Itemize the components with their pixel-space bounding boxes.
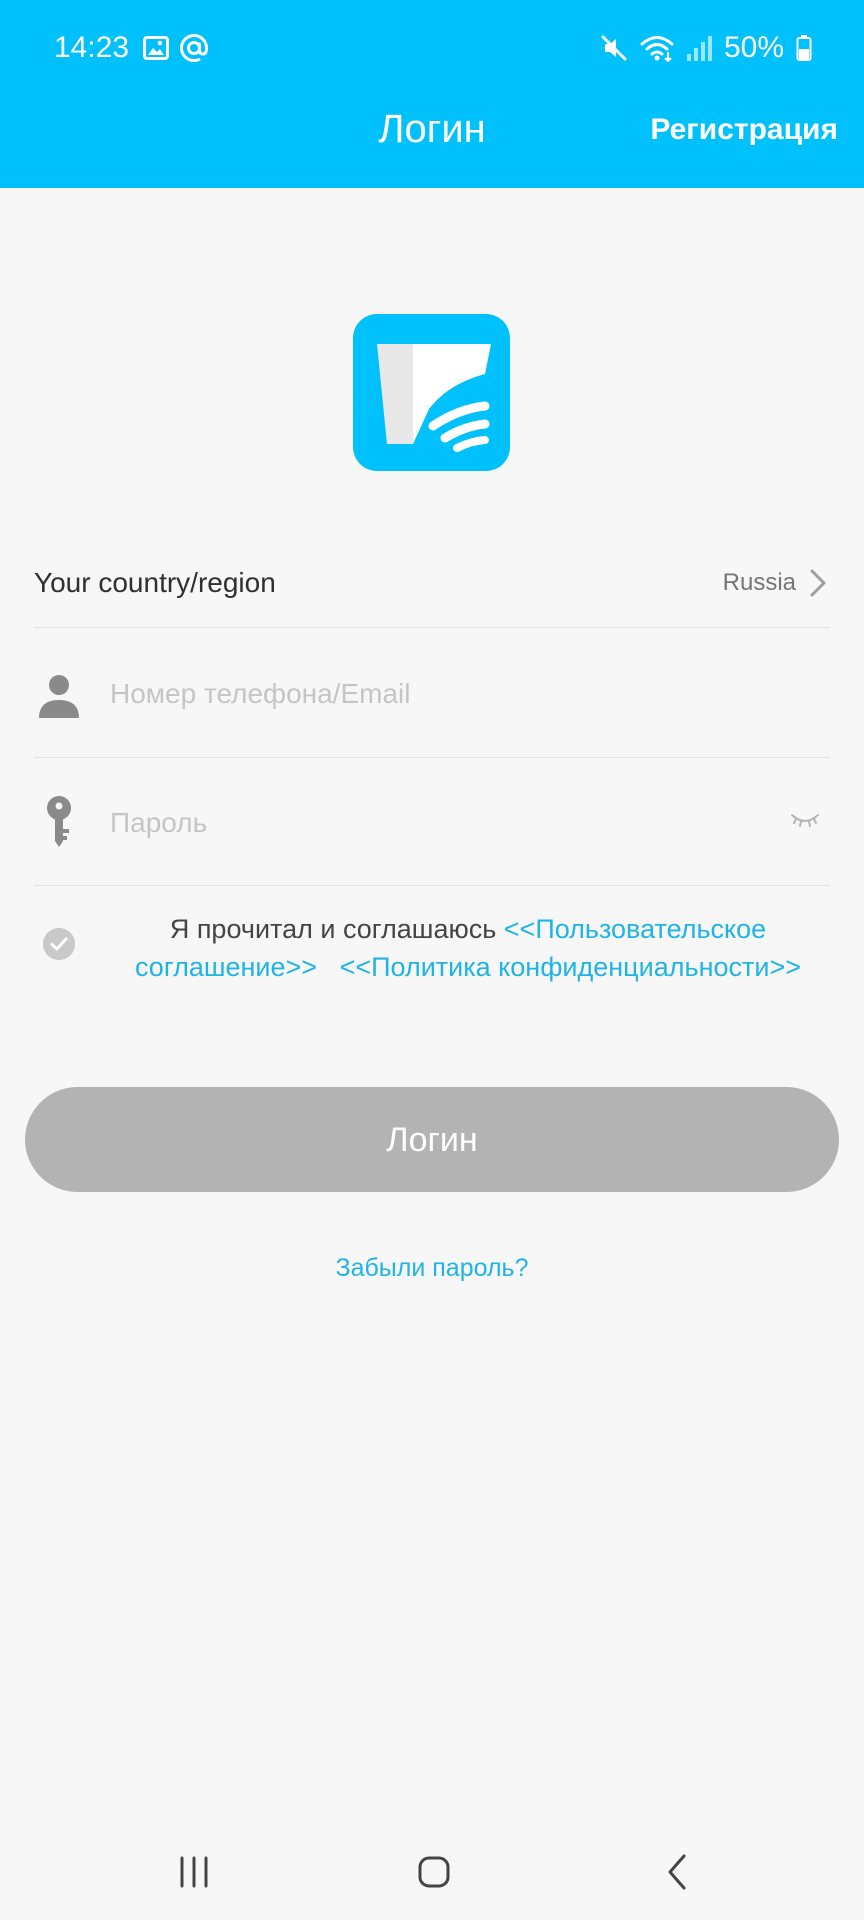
battery-percent: 50% xyxy=(723,31,784,64)
country-value: Russia xyxy=(722,569,796,596)
system-nav-bar xyxy=(0,1824,864,1920)
mute-icon xyxy=(601,35,627,61)
at-sign-icon xyxy=(180,34,209,63)
home-icon[interactable] xyxy=(404,1842,464,1902)
app-logo-icon xyxy=(353,314,510,471)
status-left-icons xyxy=(143,33,209,63)
signal-icon xyxy=(686,36,712,61)
user-icon xyxy=(39,675,79,718)
key-icon xyxy=(47,796,71,847)
phone-email-row xyxy=(34,627,830,758)
password-input[interactable] xyxy=(110,799,710,847)
status-time: 14:23 xyxy=(54,31,130,64)
battery-icon xyxy=(796,35,812,61)
chevron-right-icon xyxy=(810,569,826,597)
back-icon[interactable] xyxy=(648,1842,708,1902)
status-right: 50% xyxy=(600,30,812,66)
country-region-row[interactable]: Your country/region Russia xyxy=(34,545,830,628)
eye-closed-icon[interactable] xyxy=(790,807,820,831)
agreement-checkbox[interactable] xyxy=(43,928,75,960)
forgot-password-link[interactable]: Забыли пароль? xyxy=(0,1252,864,1284)
phone-email-input[interactable] xyxy=(110,670,710,718)
recent-apps-icon[interactable] xyxy=(164,1842,224,1902)
country-region-label: Your country/region xyxy=(34,567,276,598)
privacy-policy-link[interactable]: <<Политика конфиденциальности>> xyxy=(340,952,801,982)
image-icon xyxy=(143,36,169,60)
password-row xyxy=(34,757,830,886)
header-bar: 14:23 50% Логин Регистрация xyxy=(0,0,864,188)
app-logo xyxy=(353,314,510,471)
login-button[interactable]: Логин xyxy=(25,1087,839,1192)
wifi-icon xyxy=(640,36,674,62)
agreement-prefix: Я прочитал и соглашаюсь xyxy=(169,914,504,944)
agreement-text: Я прочитал и соглашаюсь <<Пользовательск… xyxy=(98,910,838,986)
register-button[interactable]: Регистрация xyxy=(650,110,838,150)
